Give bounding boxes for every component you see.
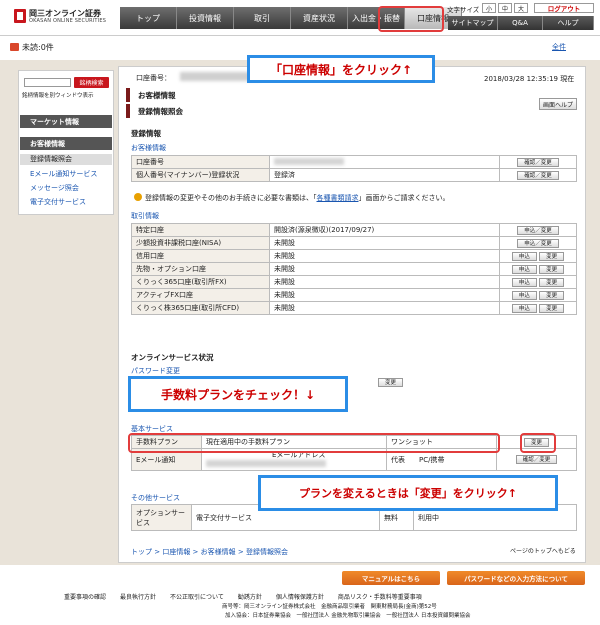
logo-icon bbox=[14, 9, 26, 23]
row-value: 登録済 bbox=[269, 168, 500, 182]
table-row: 個人番号(マイナンバー)登録状況 登録済 確認／変更 bbox=[131, 168, 577, 182]
breadcrumb[interactable]: トップ > 口座情報 > お客様情報 > 登録情報照会 bbox=[131, 547, 288, 557]
account-number-label: 口座番号： bbox=[136, 74, 171, 82]
online-service-heading: オンラインサービス状況 bbox=[131, 353, 214, 362]
footer-link-best-execution[interactable]: 最良執行方針 bbox=[120, 592, 156, 601]
table-row: 信用口座 未開設 申込 変更 bbox=[131, 249, 577, 263]
page-top-link[interactable]: ページのトップへもどる bbox=[510, 546, 576, 555]
apply-button[interactable]: 申込 bbox=[511, 264, 537, 274]
row-value bbox=[269, 155, 500, 169]
unread-count[interactable]: 未読:0件 bbox=[22, 42, 54, 53]
help-link[interactable]: ヘルプ bbox=[543, 16, 594, 30]
sidebar-market-info[interactable]: マーケット情報 bbox=[20, 115, 112, 128]
member-associations: 加入協会：日本証券業協会 一般社団法人 金融先物取引業協会 一般社団法人 日本投… bbox=[225, 613, 471, 619]
callout-fee-plan: 手数料プランをチェック！↓ bbox=[128, 376, 348, 412]
email-confirm-change-button[interactable]: 確認／変更 bbox=[515, 455, 558, 464]
password-change-wrap: 変更 bbox=[378, 378, 404, 388]
current-datetime: 2018/03/28 12:35:19 現在 bbox=[484, 75, 575, 83]
sidebar-item-registered-info[interactable]: 登録情報照会 bbox=[20, 154, 112, 165]
table-row: 口座番号 確認／変更 bbox=[131, 155, 577, 169]
change-button-highlight bbox=[520, 433, 556, 453]
logout-button[interactable]: ログアウト bbox=[534, 3, 594, 13]
tab-top[interactable]: トップ bbox=[120, 7, 177, 29]
documents-notice: 登録情報の変更やその他のお手続きに必要な書類は、「各種書類請求」画面からご請求く… bbox=[145, 194, 450, 202]
table-row: 特定口座 開設済(源泉徴収)(2017/09/27) 申込／変更 bbox=[131, 223, 577, 237]
fee-plan-highlight bbox=[128, 433, 500, 453]
callout-account-info: 「口座情報」をクリック↑ bbox=[247, 55, 435, 83]
tab-assets[interactable]: 資産状況 bbox=[291, 7, 348, 29]
footer-link-solicitation[interactable]: 勧誘方針 bbox=[238, 592, 262, 601]
section-customer-info: お客様情報 bbox=[126, 88, 578, 102]
footer-link-unfair-trade[interactable]: 不公正取引について bbox=[170, 592, 224, 601]
sidebar-item-message[interactable]: メッセージ照会 bbox=[30, 183, 79, 193]
table-row: 少額投資非課税口座(NISA) 未開設 申込／変更 bbox=[131, 236, 577, 250]
logo-subtext: OKASAN ONLINE SECURITIES bbox=[29, 18, 107, 24]
customer-info-table: 口座番号 確認／変更 個人番号(マイナンバー)登録状況 登録済 確認／変更 bbox=[131, 155, 577, 182]
row-label: 個人番号(マイナンバー)登録状況 bbox=[131, 168, 270, 182]
change-button[interactable]: 変更 bbox=[539, 264, 565, 274]
apply-button[interactable]: 申込 bbox=[511, 290, 537, 300]
input-method-button[interactable]: パスワードなどの入力方法について bbox=[447, 571, 585, 585]
row-label: 口座番号 bbox=[131, 155, 270, 169]
change-button[interactable]: 変更 bbox=[539, 290, 565, 300]
sidebar-item-e-delivery[interactable]: 電子交付サービス bbox=[30, 197, 86, 207]
footer-link-privacy[interactable]: 個人情報保護方針 bbox=[276, 592, 324, 601]
footer-link-important[interactable]: 重要事項の確認 bbox=[64, 592, 106, 601]
apply-change-button[interactable]: 申込／変更 bbox=[517, 238, 559, 248]
account-info-highlight bbox=[378, 6, 444, 32]
page-title: 登録情報照会 bbox=[126, 104, 578, 118]
trade-info-table: 特定口座 開設済(源泉徴収)(2017/09/27) 申込／変更 少額投資非課税口座… bbox=[131, 223, 577, 315]
trade-info-subheading: 取引情報 bbox=[131, 212, 159, 220]
table-row: くりっく365口座(取引所FX) 未開設 申込 変更 bbox=[131, 275, 577, 289]
footer-link-risk[interactable]: 商品リスク・手数料等重要事項 bbox=[338, 592, 422, 601]
sidebar-item-email-notify[interactable]: Eメール通知サービス bbox=[30, 169, 97, 179]
all-messages-link[interactable]: 全件 bbox=[552, 42, 566, 52]
customer-info-subheading: お客様情報 bbox=[131, 144, 166, 152]
message-icon bbox=[10, 43, 19, 51]
apply-button[interactable]: 申込 bbox=[511, 277, 537, 287]
tab-investment-info[interactable]: 投資情報 bbox=[177, 7, 234, 29]
search-new-window-option[interactable]: 銘柄情報を別ウィンドウ表示 bbox=[22, 91, 94, 99]
table-row: 先物・オプション口座 未開設 申込 変更 bbox=[131, 262, 577, 276]
warning-icon bbox=[134, 193, 142, 201]
registered-info-heading: 登録情報 bbox=[131, 129, 161, 138]
font-size-medium-button[interactable]: 中 bbox=[498, 3, 512, 13]
stock-search-button[interactable]: 銘柄検索 bbox=[74, 77, 109, 88]
footer-links: 重要事項の確認 最良執行方針 不公正取引について 勧誘方針 個人情報保護方針 商… bbox=[64, 592, 422, 601]
apply-button[interactable]: 申込 bbox=[511, 251, 537, 261]
confirm-change-button[interactable]: 確認／変更 bbox=[517, 170, 559, 180]
option-service-label: オプションサービス bbox=[131, 504, 192, 531]
sitemap-link[interactable]: サイトマップ bbox=[448, 16, 498, 30]
apply-change-button[interactable]: 申込／変更 bbox=[517, 225, 559, 235]
other-service-subheading: その他サービス bbox=[131, 494, 180, 502]
password-change-subheading: パスワード変更 bbox=[131, 367, 180, 375]
apply-button[interactable]: 申込 bbox=[511, 303, 537, 313]
font-size-small-button[interactable]: 小 bbox=[482, 3, 496, 13]
manual-button[interactable]: マニュアルはこちら bbox=[342, 571, 440, 585]
sidebar-customer-info[interactable]: お客様情報 bbox=[20, 137, 112, 150]
company-registration: 商号等：岡三オンライン証券株式会社 金融商品取引業者 関東財務局長(金商)第52… bbox=[222, 604, 437, 610]
change-button[interactable]: 変更 bbox=[539, 303, 565, 313]
password-change-button[interactable]: 変更 bbox=[378, 378, 404, 387]
table-row: アクティブFX口座 未開設 申込 変更 bbox=[131, 288, 577, 302]
tab-trade[interactable]: 取引 bbox=[234, 7, 291, 29]
confirm-change-button[interactable]: 確認／変更 bbox=[517, 157, 559, 167]
table-row: くりっく株365口座(取引所CFD) 未開設 申込 変更 bbox=[131, 301, 577, 315]
callout-change-plan: プランを変えるときは「変更」をクリック↑ bbox=[258, 475, 558, 511]
change-button[interactable]: 変更 bbox=[539, 277, 565, 287]
account-number-blur bbox=[274, 157, 344, 165]
qa-link[interactable]: Q&A bbox=[498, 16, 543, 30]
change-button[interactable]: 変更 bbox=[539, 251, 565, 261]
document-request-link[interactable]: 各種書類請求 bbox=[317, 194, 359, 202]
font-size-label: 文字サイズ bbox=[447, 6, 480, 14]
screen-help-button[interactable]: 画面ヘルプ bbox=[539, 98, 577, 110]
stock-search-input[interactable] bbox=[24, 78, 71, 87]
font-size-large-button[interactable]: 大 bbox=[514, 3, 528, 13]
